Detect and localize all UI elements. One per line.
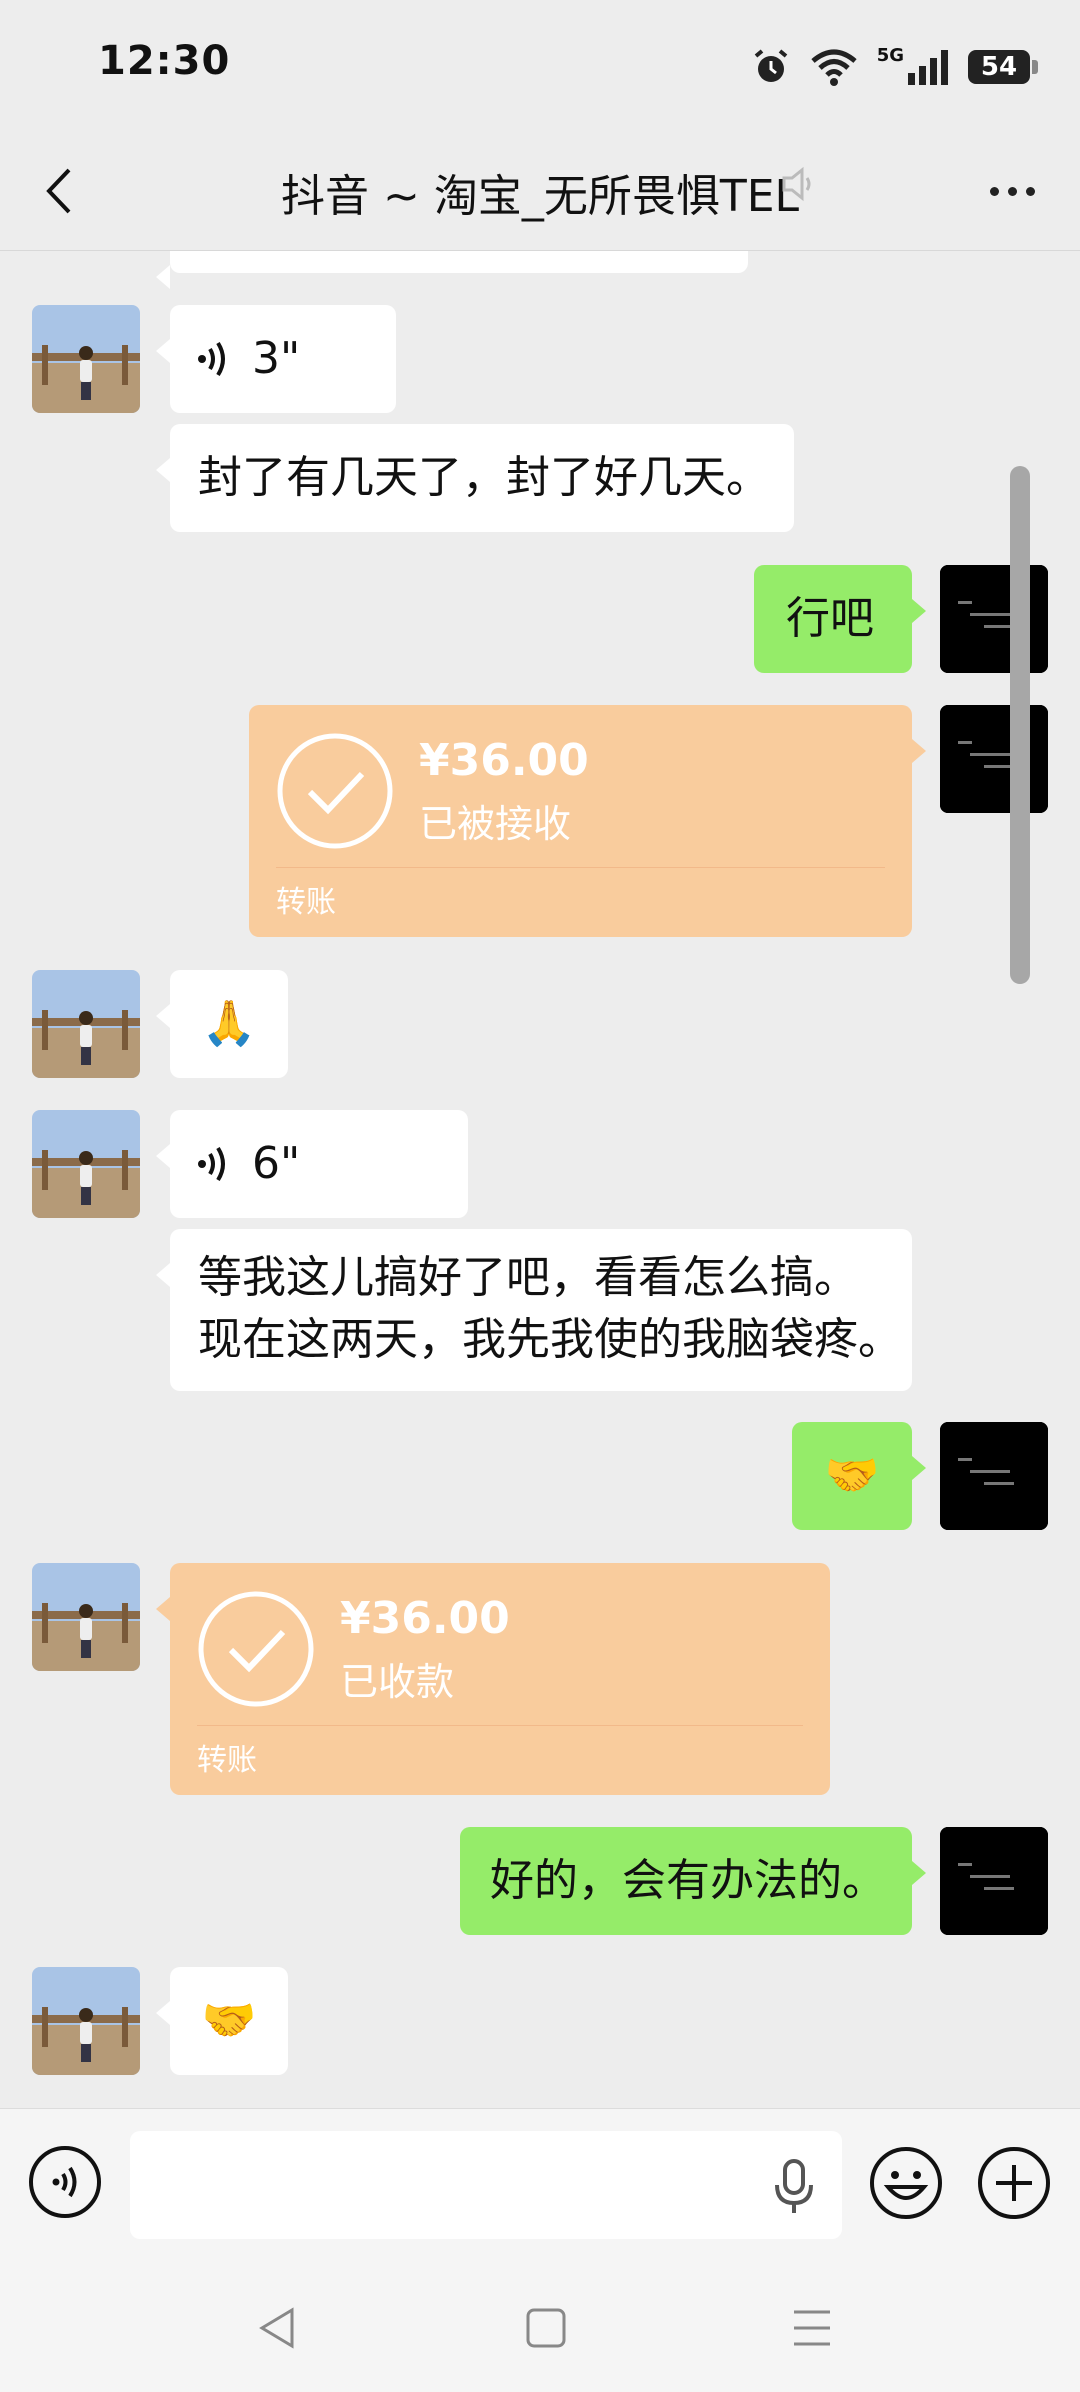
back-button[interactable] (28, 156, 88, 226)
contact-avatar[interactable] (32, 970, 140, 1078)
message-text: 封了有几天了，封了好几天。 (198, 452, 770, 503)
my-avatar[interactable] (940, 1827, 1048, 1935)
voice-wave-icon (198, 341, 225, 377)
wifi-icon (811, 49, 857, 86)
input-bar (0, 2108, 1080, 2261)
chat-header: 抖音 ~ 淘宝_无所畏惧TEL (0, 130, 1080, 251)
network-label: 5G (876, 44, 904, 66)
transfer-label: 转账 (197, 1743, 257, 1778)
speaker-muted-icon (782, 166, 811, 202)
avatar-photo (32, 1563, 140, 1671)
my-text-message-bubble[interactable]: 行吧 (754, 565, 926, 673)
check-circle-icon (277, 733, 393, 849)
voice-duration: 6" (252, 1138, 301, 1189)
more-dot (1007, 186, 1017, 196)
emoji-text: 🤝 (824, 1450, 880, 1501)
emoji-message-bubble[interactable]: 🤝 (156, 1967, 288, 2075)
previous-message-bubble[interactable] (156, 251, 748, 289)
more-dot (1025, 186, 1035, 196)
status-icons: 5G 54 (751, 42, 1038, 92)
my-emoji-message-bubble[interactable]: 🤝 (792, 1422, 926, 1530)
chat-messages[interactable]: 3" 封了有几天了，封了好几天。 行吧 ¥36.00 已被接收 转账 🙏 6" … (0, 251, 1080, 2109)
transfer-card-received[interactable]: ¥36.00 已收款 转账 (156, 1563, 830, 1795)
message-text-line: 等我这儿搞好了吧，看看怎么搞。 (198, 1252, 858, 1303)
avatar-photo (32, 1110, 140, 1218)
contact-avatar[interactable] (32, 1967, 140, 2075)
signal-icon (908, 50, 948, 85)
voice-message-bubble[interactable]: 3" (156, 305, 396, 413)
nav-back-icon[interactable] (252, 2302, 304, 2354)
message-text: 好的，会有办法的。 (490, 1855, 886, 1906)
chat-title: 抖音 ~ 淘宝_无所畏惧TEL (280, 171, 800, 222)
text-message-bubble[interactable]: 等我这儿搞好了吧，看看怎么搞。 现在这两天，我先我使的我脑袋疼。 (156, 1229, 912, 1391)
avatar-image (940, 1422, 1048, 1530)
emoji-icon[interactable] (868, 2145, 944, 2221)
transfer-divider (276, 867, 885, 868)
chat-scrollbar[interactable] (1010, 466, 1030, 984)
voice-wave-icon (198, 1146, 225, 1182)
transfer-divider (197, 1725, 803, 1726)
message-text-line: 现在这两天，我先我使的我脑袋疼。 (198, 1314, 902, 1365)
chevron-left-icon (46, 168, 71, 214)
nav-home-icon[interactable] (520, 2302, 572, 2354)
my-text-message-bubble[interactable]: 好的，会有办法的。 (460, 1827, 926, 1935)
more-options-button[interactable] (972, 156, 1052, 226)
microphone-icon[interactable] (770, 2157, 818, 2215)
transfer-amount: ¥36.00 (340, 1593, 510, 1644)
voice-duration: 3" (252, 333, 301, 384)
emoji-text: 🙏 (201, 998, 257, 1049)
transfer-status: 已收款 (340, 1660, 455, 1704)
nav-menu-icon[interactable] (786, 2302, 838, 2354)
my-avatar[interactable] (940, 565, 1048, 673)
voice-message-bubble[interactable]: 6" (156, 1110, 468, 1218)
transfer-card-sent[interactable]: ¥36.00 已被接收 转账 (249, 705, 926, 937)
avatar-image (940, 1827, 1048, 1935)
my-avatar[interactable] (940, 1422, 1048, 1530)
avatar-photo (32, 970, 140, 1078)
status-time: 12:30 (98, 38, 231, 84)
transfer-amount: ¥36.00 (419, 735, 589, 786)
contact-avatar[interactable] (32, 305, 140, 413)
battery-indicator: 54 (968, 50, 1038, 84)
avatar-photo (32, 305, 140, 413)
emoji-message-bubble[interactable]: 🙏 (156, 970, 288, 1078)
text-message-bubble[interactable]: 封了有几天了，封了好几天。 (156, 424, 794, 532)
contact-avatar[interactable] (32, 1563, 140, 1671)
transfer-label: 转账 (276, 885, 336, 920)
plus-icon[interactable] (976, 2145, 1052, 2221)
contact-avatar[interactable] (32, 1110, 140, 1218)
voice-toggle-icon[interactable] (28, 2145, 102, 2219)
alarm-icon (754, 49, 787, 82)
avatar-image (940, 705, 1048, 813)
check-circle-icon (198, 1591, 314, 1707)
status-bar: 12:30 5G 54 (0, 0, 1080, 130)
system-nav-bar (0, 2260, 1080, 2392)
avatar-photo (32, 1967, 140, 2075)
message-input[interactable] (130, 2131, 842, 2239)
avatar-image (940, 565, 1048, 673)
my-avatar[interactable] (940, 705, 1048, 813)
message-text: 行吧 (786, 593, 874, 644)
more-dot (989, 186, 999, 196)
transfer-status: 已被接收 (419, 802, 572, 846)
emoji-text: 🤝 (201, 1995, 257, 2046)
